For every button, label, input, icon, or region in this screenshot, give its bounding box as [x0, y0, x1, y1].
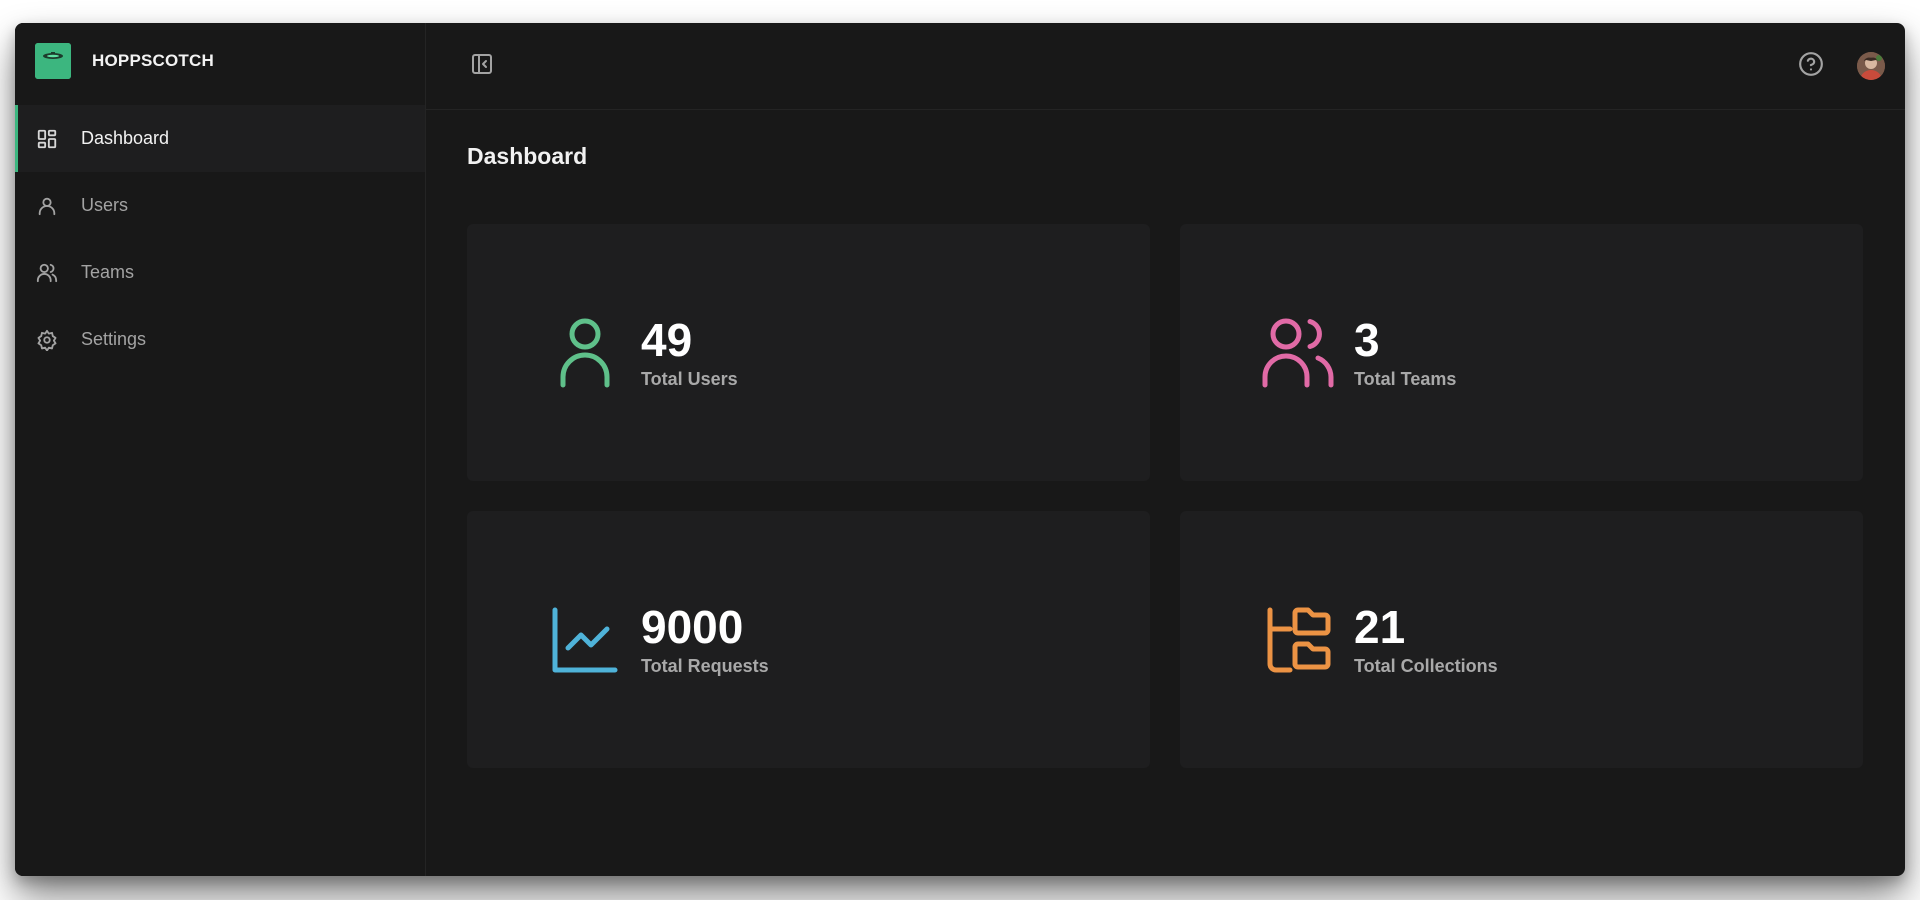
stat-label: Total Teams — [1354, 369, 1457, 389]
sidebar-item-label: Settings — [81, 329, 147, 349]
sidebar-item-dashboard[interactable]: Dashboard — [15, 105, 425, 172]
help-button[interactable] — [1795, 50, 1827, 82]
stat-card-users: 49 Total Users — [467, 224, 1150, 481]
sidebar-item-teams[interactable]: Teams — [15, 239, 425, 306]
gear-icon — [35, 328, 59, 352]
sidebar-collapse-icon — [470, 52, 494, 81]
sidebar-item-label: Dashboard — [81, 128, 170, 148]
stat-label: Total Users — [641, 369, 738, 389]
stat-card-teams: 3 Total Teams — [1180, 224, 1863, 481]
dashboard-icon — [35, 127, 59, 151]
stat-label: Total Collections — [1354, 656, 1498, 676]
stats-grid: 49 Total Users 3 Total Teams 9000 Total … — [467, 224, 1864, 768]
sidebar-item-settings[interactable]: Settings — [15, 306, 425, 373]
stat-card-requests: 9000 Total Requests — [467, 511, 1150, 768]
sidebar: HOPPSCOTCH Dashboard Users Teams Setting… — [15, 23, 426, 876]
dashboard-content: Dashboard 49 Total Users 3 Total Teams 9… — [426, 143, 1905, 768]
users-icon — [35, 261, 59, 285]
sidebar-nav: Dashboard Users Teams Settings — [15, 105, 425, 373]
sidebar-collapse-button[interactable] — [466, 50, 498, 82]
brand[interactable]: HOPPSCOTCH — [15, 23, 425, 99]
stat-value: 9000 — [641, 601, 744, 653]
folder-tree-icon — [1262, 604, 1334, 676]
app-window: HOPPSCOTCH Dashboard Users Teams Setting… — [15, 23, 1905, 876]
sidebar-item-users[interactable]: Users — [15, 172, 425, 239]
page-title: Dashboard — [467, 143, 588, 169]
sidebar-item-label: Teams — [81, 262, 135, 282]
hoppscotch-logo-icon — [35, 43, 71, 79]
stat-value: 3 — [1354, 314, 1380, 366]
users-icon — [1262, 317, 1334, 389]
help-circle-icon — [1798, 51, 1824, 82]
app-name: HOPPSCOTCH — [92, 51, 214, 70]
line-chart-icon — [549, 604, 621, 676]
user-icon — [35, 194, 59, 218]
stat-value: 21 — [1354, 601, 1406, 653]
user-icon — [549, 317, 621, 389]
stat-card-collections: 21 Total Collections — [1180, 511, 1863, 768]
topbar — [426, 23, 1905, 110]
stat-label: Total Requests — [641, 656, 769, 676]
sidebar-item-label: Users — [81, 195, 129, 215]
avatar[interactable] — [1857, 52, 1885, 80]
stat-value: 49 — [641, 314, 693, 366]
main-area: Dashboard 49 Total Users 3 Total Teams 9… — [426, 23, 1905, 876]
